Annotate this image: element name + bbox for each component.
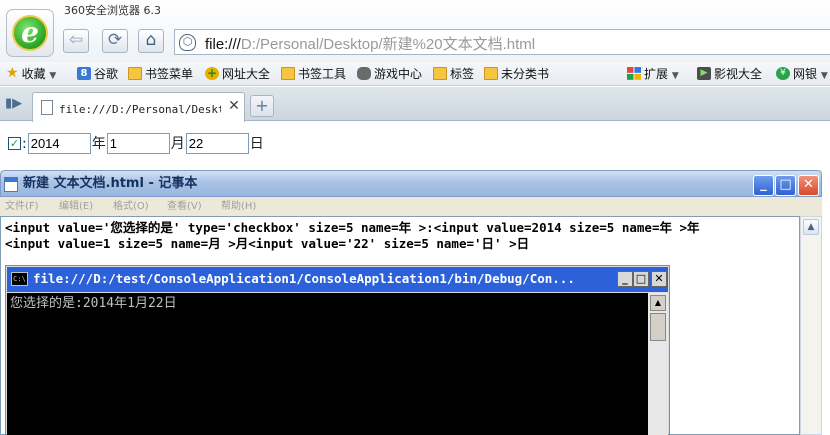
video-center-button[interactable]: ▶ 影视大全 xyxy=(697,66,762,82)
page-icon xyxy=(41,100,53,115)
chevron-down-icon: ▼ xyxy=(820,71,828,81)
star-icon: ★ xyxy=(6,65,19,81)
tab-active[interactable]: file:///D:/Personal/Desktop/新建%20文本文档.ht… xyxy=(32,92,245,122)
extensions-button[interactable]: 扩展 ▼ xyxy=(627,66,679,82)
bookmark-tools[interactable]: 书签工具 xyxy=(281,66,346,82)
home-icon: ⌂ xyxy=(145,30,157,50)
folder-icon xyxy=(128,67,142,80)
gamepad-icon xyxy=(357,67,371,80)
notepad-scrollbar[interactable]: ▲ xyxy=(800,216,822,435)
console-scrollbar[interactable]: ▲ xyxy=(648,293,668,435)
notepad-title: 新建 文本文档.html - 记事本 xyxy=(23,176,198,191)
console-window: C:\ file:///D:/test/ConsoleApplication1/… xyxy=(5,265,670,435)
chevron-down-icon: ▼ xyxy=(49,71,57,81)
month-label: 月 xyxy=(170,136,185,152)
refresh-icon: ⟳ xyxy=(107,30,123,50)
address-path: D:/Personal/Desktop/新建%20文本文档.html xyxy=(240,36,536,53)
refresh-button[interactable]: ⟳ xyxy=(102,29,128,53)
bookmark-menu[interactable]: 书签菜单 xyxy=(128,66,193,82)
year-label: 年 xyxy=(91,136,106,152)
tab-bar: ▮▶ file:///D:/Personal/Desktop/新建%20文本文档… xyxy=(0,87,830,122)
bookmark-google[interactable]: 8 谷歌 xyxy=(77,66,118,82)
bookmarks-bar: ★ 收藏 ▼ 8 谷歌 书签菜单 + 网址大全 书签工具 游戏中心 标签 未分类书 扩… xyxy=(0,62,830,86)
address-protocol: file:/// xyxy=(205,36,241,53)
home-button[interactable]: ⌂ xyxy=(138,29,164,53)
checkbox-label: : xyxy=(22,136,27,152)
web-page-content: ✓:2014 年 1 月 22 日 xyxy=(0,122,830,170)
address-text[interactable]: file:///D:/Personal/Desktop/新建%20文本文档.ht… xyxy=(205,33,535,54)
folder-icon xyxy=(433,67,447,80)
menu-view[interactable]: 查看(V) xyxy=(167,200,202,213)
chevron-down-icon: ▼ xyxy=(671,71,679,81)
bookmark-url-directory[interactable]: + 网址大全 xyxy=(205,66,270,82)
notepad-line: <input value='您选择的是' type='checkbox' siz… xyxy=(5,220,700,235)
tab-title: file:///D:/Personal/Desktop/新建%20文本文档.ht… xyxy=(59,103,221,116)
sidebar-toggle-icon[interactable]: ▮▶ xyxy=(5,96,22,112)
scroll-up-icon[interactable]: ▲ xyxy=(650,295,666,311)
console-title: file:///D:/test/ConsoleApplication1/Cons… xyxy=(33,271,575,286)
year-input[interactable]: 2014 xyxy=(27,133,91,154)
console-close-button[interactable]: ✕ xyxy=(651,271,667,287)
date-checkbox[interactable]: ✓ xyxy=(8,137,21,150)
bank-icon: ¥ xyxy=(776,67,790,80)
browser-logo[interactable]: e xyxy=(6,9,54,57)
browser-logo-icon: e xyxy=(12,15,48,51)
menu-file[interactable]: 文件(F) xyxy=(5,200,39,213)
google-icon: 8 xyxy=(77,67,91,80)
notepad-line: <input value=1 size=5 name=月 >月<input va… xyxy=(5,236,530,251)
close-icon[interactable]: ✕ xyxy=(227,98,241,114)
bookmark-tags[interactable]: 标签 xyxy=(433,66,474,82)
notepad-titlebar[interactable]: 新建 文本文档.html - 记事本 _ □ ✕ xyxy=(0,170,822,197)
notepad-menubar: 文件(F) 编辑(E) 格式(O) 查看(V) 帮助(H) xyxy=(0,197,822,216)
browser-title: 360安全浏览器 6.3 xyxy=(64,4,161,17)
plus-circle-icon: + xyxy=(205,66,219,80)
console-maximize-button[interactable]: □ xyxy=(633,271,649,287)
menu-help[interactable]: 帮助(H) xyxy=(221,200,256,213)
folder-icon xyxy=(281,67,295,80)
notepad-minimize-button[interactable]: _ xyxy=(753,175,774,196)
notepad-icon xyxy=(4,177,18,192)
shield-icon[interactable]: ⬡ xyxy=(179,34,196,51)
console-titlebar[interactable]: C:\ file:///D:/test/ConsoleApplication1/… xyxy=(7,267,668,292)
address-bar[interactable]: ⬡ file:///D:/Personal/Desktop/新建%20文本文档.… xyxy=(174,29,830,55)
browser-toolbar: e 360安全浏览器 6.3 ⇦ ⟳ ⌂ ⬡ file:///D:/Person… xyxy=(0,0,830,62)
notepad-maximize-button[interactable]: □ xyxy=(775,175,796,196)
back-arrow-icon: ⇦ xyxy=(68,30,84,50)
online-banking-button[interactable]: ¥ 网银 ▼ xyxy=(776,66,828,82)
video-icon: ▶ xyxy=(697,67,711,80)
menu-edit[interactable]: 编辑(E) xyxy=(59,200,93,213)
date-form: ✓:2014 年 1 月 22 日 xyxy=(8,133,265,155)
console-icon: C:\ xyxy=(11,272,28,286)
menu-format[interactable]: 格式(O) xyxy=(113,200,149,213)
month-input[interactable]: 1 xyxy=(106,133,170,154)
scroll-up-icon[interactable]: ▲ xyxy=(803,219,819,235)
scroll-thumb[interactable] xyxy=(650,313,666,341)
console-output-text: 您选择的是:2014年1月22日 xyxy=(10,296,177,311)
back-button[interactable]: ⇦ xyxy=(63,29,89,53)
bookmark-uncategorized[interactable]: 未分类书 xyxy=(484,66,549,82)
day-label: 日 xyxy=(249,136,264,152)
console-output-area[interactable]: 您选择的是:2014年1月22日 xyxy=(7,293,648,435)
folder-icon xyxy=(484,67,498,80)
bookmark-favorites[interactable]: ★ 收藏 ▼ xyxy=(6,66,56,82)
console-minimize-button[interactable]: _ xyxy=(617,271,633,287)
bookmark-game-center[interactable]: 游戏中心 xyxy=(357,66,422,82)
extensions-grid-icon xyxy=(627,67,641,80)
day-input[interactable]: 22 xyxy=(185,133,249,154)
notepad-close-button[interactable]: ✕ xyxy=(798,175,819,196)
new-tab-button[interactable]: + xyxy=(250,95,274,117)
